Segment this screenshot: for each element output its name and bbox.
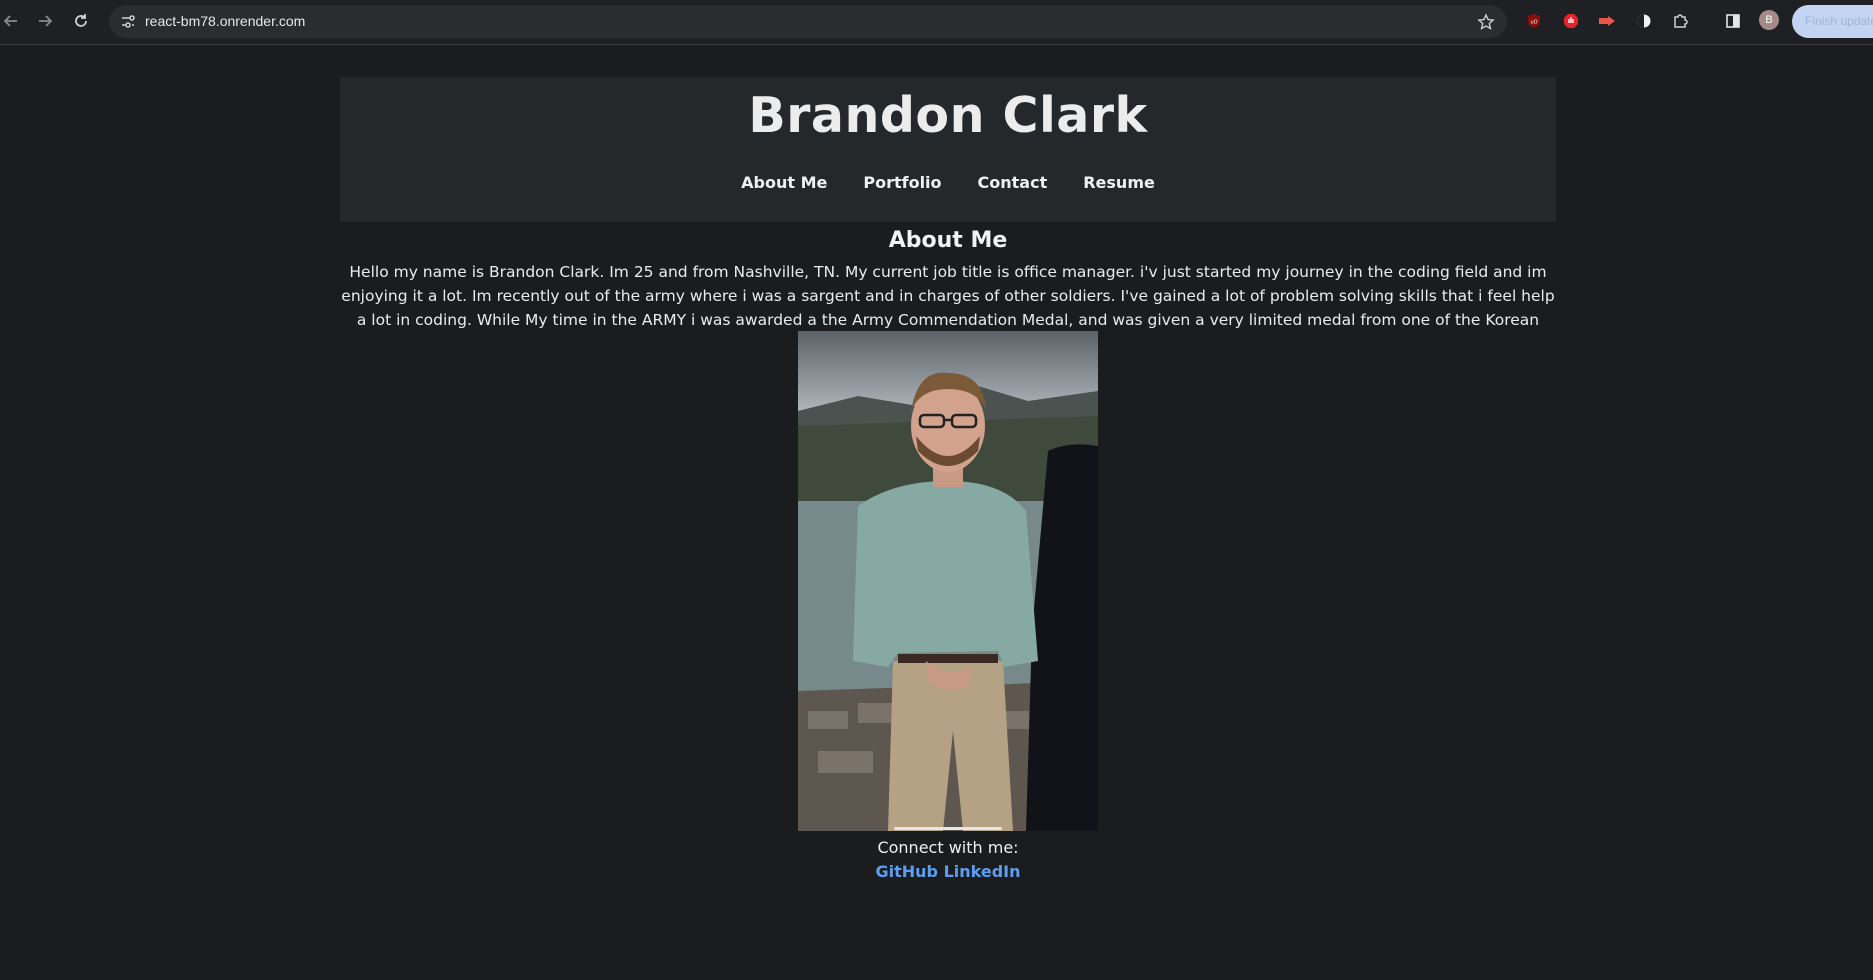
back-icon[interactable] [0, 10, 22, 32]
url-text: react-bm78.onrender.com [145, 13, 306, 29]
adblock-icon[interactable] [1561, 11, 1581, 31]
finish-update-button[interactable]: Finish update [1792, 5, 1873, 38]
nav-about-me[interactable]: About Me [741, 173, 827, 192]
svg-text:uO: uO [1530, 20, 1537, 26]
linkedin-link[interactable]: LinkedIn [944, 862, 1021, 881]
nav-contact[interactable]: Contact [978, 173, 1048, 192]
site-title: Brandon Clark [748, 87, 1148, 144]
ublock-icon[interactable]: uO [1524, 11, 1544, 31]
forward-icon[interactable] [34, 10, 56, 32]
site-settings-icon[interactable] [120, 14, 136, 34]
side-panel-icon[interactable] [1723, 11, 1743, 31]
site-header: Brandon Clark About Me Portfolio Contact… [340, 77, 1556, 222]
social-links: GitHub LinkedIn [340, 862, 1556, 881]
browser-toolbar: react-bm78.onrender.com uO B Finish upda… [0, 0, 1873, 45]
bookmark-star-icon[interactable] [1477, 13, 1495, 35]
about-heading: About Me [888, 228, 1008, 253]
address-bar[interactable]: react-bm78.onrender.com [109, 5, 1507, 38]
nav-portfolio[interactable]: Portfolio [863, 173, 941, 192]
dark-mode-ext-icon[interactable] [1634, 11, 1654, 31]
nav-resume[interactable]: Resume [1083, 173, 1155, 192]
profile-avatar[interactable]: B [1759, 10, 1779, 30]
profile-photo [798, 331, 1098, 831]
connect-label: Connect with me: [877, 838, 1019, 857]
github-link[interactable]: GitHub [875, 862, 938, 881]
video-ext-icon[interactable] [1597, 11, 1617, 31]
main-nav: About Me Portfolio Contact Resume [340, 173, 1556, 192]
reload-icon[interactable] [70, 10, 92, 32]
puzzle-extensions-icon[interactable] [1670, 11, 1690, 31]
